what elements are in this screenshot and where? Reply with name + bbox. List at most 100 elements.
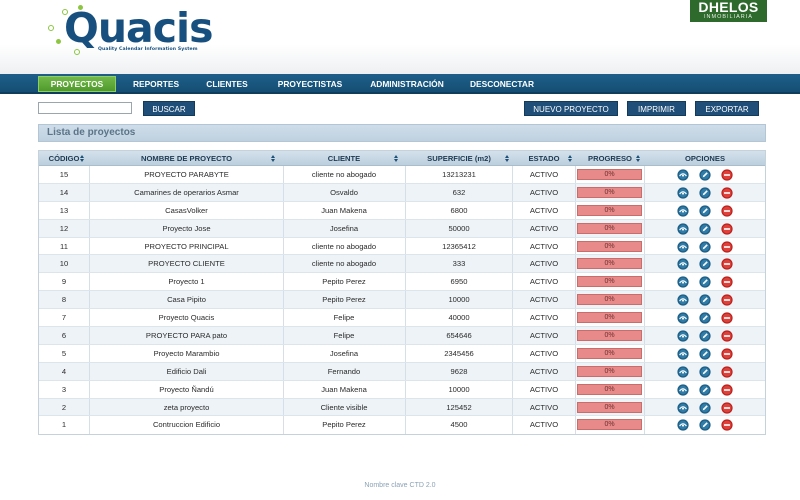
cell-state: ACTIVO: [529, 295, 559, 305]
table-row[interactable]: 8 Casa Pipito Pepito Perez 10000 ACTIVO 0%: [39, 291, 765, 310]
table-row[interactable]: 5 Proyecto Marambio Josefina 2345456 ACTIVO 0…: [39, 344, 765, 363]
edit-icon[interactable]: [699, 330, 711, 342]
delete-icon[interactable]: [721, 419, 733, 432]
table-row[interactable]: 9 Proyecto 1 Pepito Perez 6950 ACTIVO 0%: [39, 273, 765, 292]
edit-icon[interactable]: [699, 276, 711, 288]
cell-state: ACTIVO: [529, 402, 559, 412]
view-icon[interactable]: [677, 401, 689, 414]
delete-icon[interactable]: [721, 169, 733, 181]
delete-icon[interactable]: [721, 348, 733, 360]
view-icon[interactable]: [677, 187, 689, 199]
col-header-progress[interactable]: PROGRESO: [576, 151, 644, 166]
view-icon[interactable]: [677, 366, 689, 378]
logo-wordmark: Quacis: [64, 4, 213, 52]
edit-icon[interactable]: [699, 384, 711, 396]
delete-icon[interactable]: [721, 294, 733, 306]
cell-state: ACTIVO: [529, 223, 559, 233]
view-icon[interactable]: [677, 258, 689, 271]
column-divider: [644, 219, 645, 237]
table-row[interactable]: 15 PROYECTO PARABYTE cliente no abogado 132…: [39, 166, 765, 184]
table-row[interactable]: 10 PROYECTO CLIENTE cliente no abogado 333 A…: [39, 255, 765, 274]
delete-icon[interactable]: [721, 276, 733, 288]
edit-icon[interactable]: [699, 223, 711, 235]
edit-icon[interactable]: [699, 187, 711, 199]
sort-icon[interactable]: [271, 155, 276, 163]
table-row[interactable]: 13 CasasVolker Juan Makena 6800 ACTIVO 0%: [39, 201, 765, 220]
nav-item-proyectos[interactable]: PROYECTOS: [38, 76, 116, 92]
delete-icon[interactable]: [721, 384, 733, 396]
col-header-client[interactable]: CLIENTE: [284, 151, 404, 166]
view-icon[interactable]: [677, 312, 689, 324]
table-row[interactable]: 2 zeta proyecto Cliente visible 125452 ACTIV…: [39, 398, 765, 417]
view-icon[interactable]: [677, 276, 689, 288]
cell-project-name: PROYECTO PARA pato: [145, 331, 228, 341]
footer-text: Nombre clave CTD 2.0: [364, 482, 436, 489]
col-header-area[interactable]: SUPERFICIE (m2): [406, 151, 512, 166]
column-divider: [575, 166, 576, 183]
delete-icon[interactable]: [721, 240, 733, 253]
view-icon[interactable]: [677, 223, 689, 235]
edit-icon[interactable]: [699, 348, 711, 360]
export-button[interactable]: EXPORTAR: [695, 101, 759, 116]
edit-icon[interactable]: [699, 169, 711, 181]
print-button[interactable]: IMPRIMIR: [627, 101, 686, 116]
view-icon[interactable]: [677, 205, 689, 217]
delete-icon[interactable]: [721, 366, 733, 378]
table-row[interactable]: 7 Proyecto Quacis Felipe 40000 ACTIVO 0%: [39, 309, 765, 328]
edit-icon[interactable]: [699, 258, 711, 271]
col-header-code[interactable]: CÓDIGO: [39, 151, 89, 166]
col-header-name[interactable]: NOMBRE DE PROYECTO: [90, 151, 283, 166]
view-icon[interactable]: [677, 169, 689, 181]
edit-icon[interactable]: [699, 205, 711, 217]
view-icon[interactable]: [677, 330, 689, 342]
table-row[interactable]: 6 PROYECTO PARA pato Felipe 654646 ACTIVO 0%: [39, 327, 765, 345]
column-divider: [644, 327, 645, 344]
view-icon[interactable]: [677, 294, 689, 306]
edit-icon[interactable]: [699, 294, 711, 306]
search-input[interactable]: [38, 102, 132, 114]
view-icon[interactable]: [677, 419, 689, 432]
sort-icon[interactable]: [505, 155, 510, 163]
delete-icon[interactable]: [721, 205, 733, 217]
nav-item-desconectar[interactable]: DESCONECTAR: [466, 76, 538, 92]
delete-icon[interactable]: [721, 401, 733, 414]
sort-icon[interactable]: [394, 155, 399, 163]
view-icon[interactable]: [677, 348, 689, 360]
cell-client: Josefina: [329, 348, 359, 358]
delete-icon[interactable]: [721, 312, 733, 324]
table-row[interactable]: 11 PROYECTO PRINCIPAL cliente no abogado 12…: [39, 237, 765, 256]
sort-icon[interactable]: [568, 155, 573, 163]
new-project-button[interactable]: NUEVO PROYECTO: [524, 101, 618, 116]
nav-item-administracion[interactable]: ADMINISTRACIÓN: [364, 76, 450, 92]
nav-item-reportes[interactable]: REPORTES: [126, 76, 186, 92]
cell-code: 14: [59, 187, 69, 197]
table-row[interactable]: 14 Camarines de operarios Asmar Osvaldo 632…: [39, 183, 765, 202]
sort-icon[interactable]: [636, 155, 641, 163]
delete-icon[interactable]: [721, 330, 733, 342]
col-header-code-label: CÓDIGO: [48, 154, 80, 163]
sort-icon[interactable]: [80, 155, 85, 163]
delete-icon[interactable]: [721, 258, 733, 271]
table-header: CÓDIGO NOMBRE DE PROYECTO CLIENTE SUPERF…: [39, 151, 765, 166]
delete-icon[interactable]: [721, 223, 733, 235]
view-icon[interactable]: [677, 384, 689, 396]
col-header-state[interactable]: ESTADO: [513, 151, 575, 166]
table-row[interactable]: 12 Proyecto Jose Josefina 50000 ACTIVO 0%: [39, 219, 765, 238]
edit-icon[interactable]: [699, 419, 711, 432]
nav-item-clientes[interactable]: CLIENTES: [200, 76, 254, 92]
table-row[interactable]: 4 Edificio Dali Fernando 9628 ACTIVO 0%: [39, 362, 765, 381]
delete-icon[interactable]: [721, 187, 733, 199]
cell-client: Pepito Perez: [322, 295, 366, 305]
nav-item-proyectistas[interactable]: PROYECTISTAS: [272, 76, 348, 92]
panel-header: Lista de proyectos: [38, 124, 766, 142]
view-icon[interactable]: [677, 240, 689, 253]
search-button[interactable]: BUSCAR: [143, 101, 195, 116]
edit-icon[interactable]: [699, 401, 711, 414]
cell-area: 2345456: [444, 348, 474, 358]
table-row[interactable]: 1 Contruccion Edificio Pepito Perez 4500 ACT…: [39, 416, 765, 435]
quacis-logo[interactable]: Quacis Quality Calendar Information Syst…: [44, 3, 213, 63]
edit-icon[interactable]: [699, 312, 711, 324]
table-row[interactable]: 3 Proyecto Ñandú Juan Makena 10000 ACTIVO 0%: [39, 380, 765, 399]
edit-icon[interactable]: [699, 240, 711, 253]
edit-icon[interactable]: [699, 366, 711, 378]
